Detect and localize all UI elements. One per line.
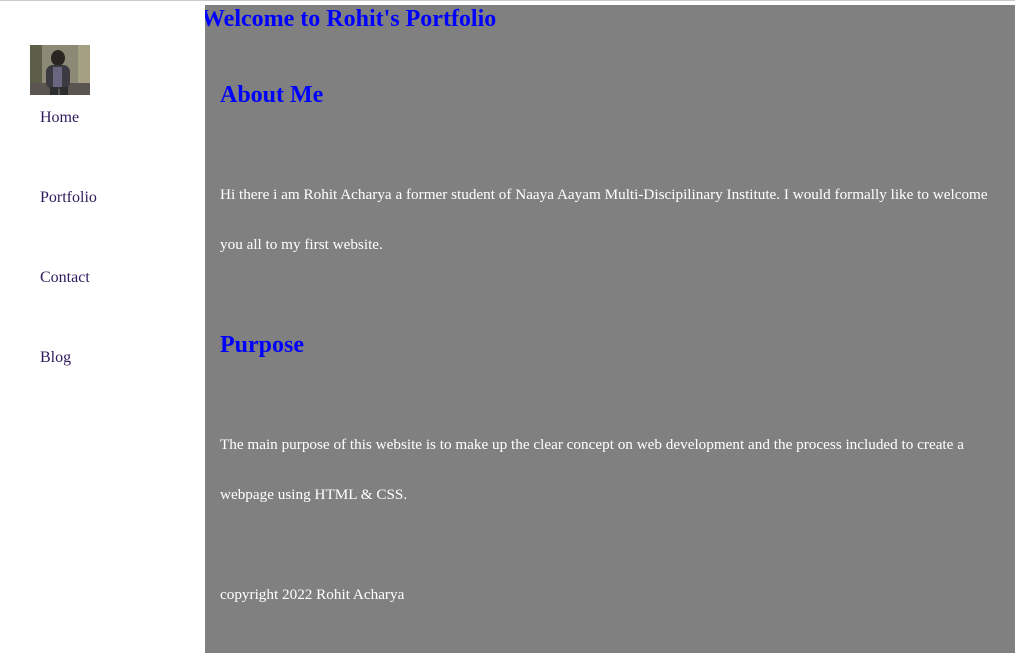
nav-portfolio-link[interactable]: Portfolio: [40, 189, 97, 207]
copyright-footer: copyright 2022 Rohit Acharya: [220, 586, 405, 603]
purpose-text: The main purpose of this website is to m…: [220, 436, 964, 503]
purpose-heading: Purpose: [220, 332, 304, 358]
nav-blog-link[interactable]: Blog: [40, 349, 71, 367]
about-me-text: Hi there i am Rohit Acharya a former stu…: [220, 186, 988, 253]
nav-contact-link[interactable]: Contact: [40, 269, 90, 287]
sidebar: Home Portfolio Contact Blog: [0, 5, 205, 653]
profile-photo: [30, 45, 90, 95]
page-title: Welcome to Rohit's Portfolio: [205, 6, 497, 32]
about-me-heading: About Me: [220, 82, 324, 108]
main-content: Welcome to Rohit's Portfolio About Me Hi…: [205, 5, 1015, 653]
nav-home-link[interactable]: Home: [40, 109, 79, 127]
